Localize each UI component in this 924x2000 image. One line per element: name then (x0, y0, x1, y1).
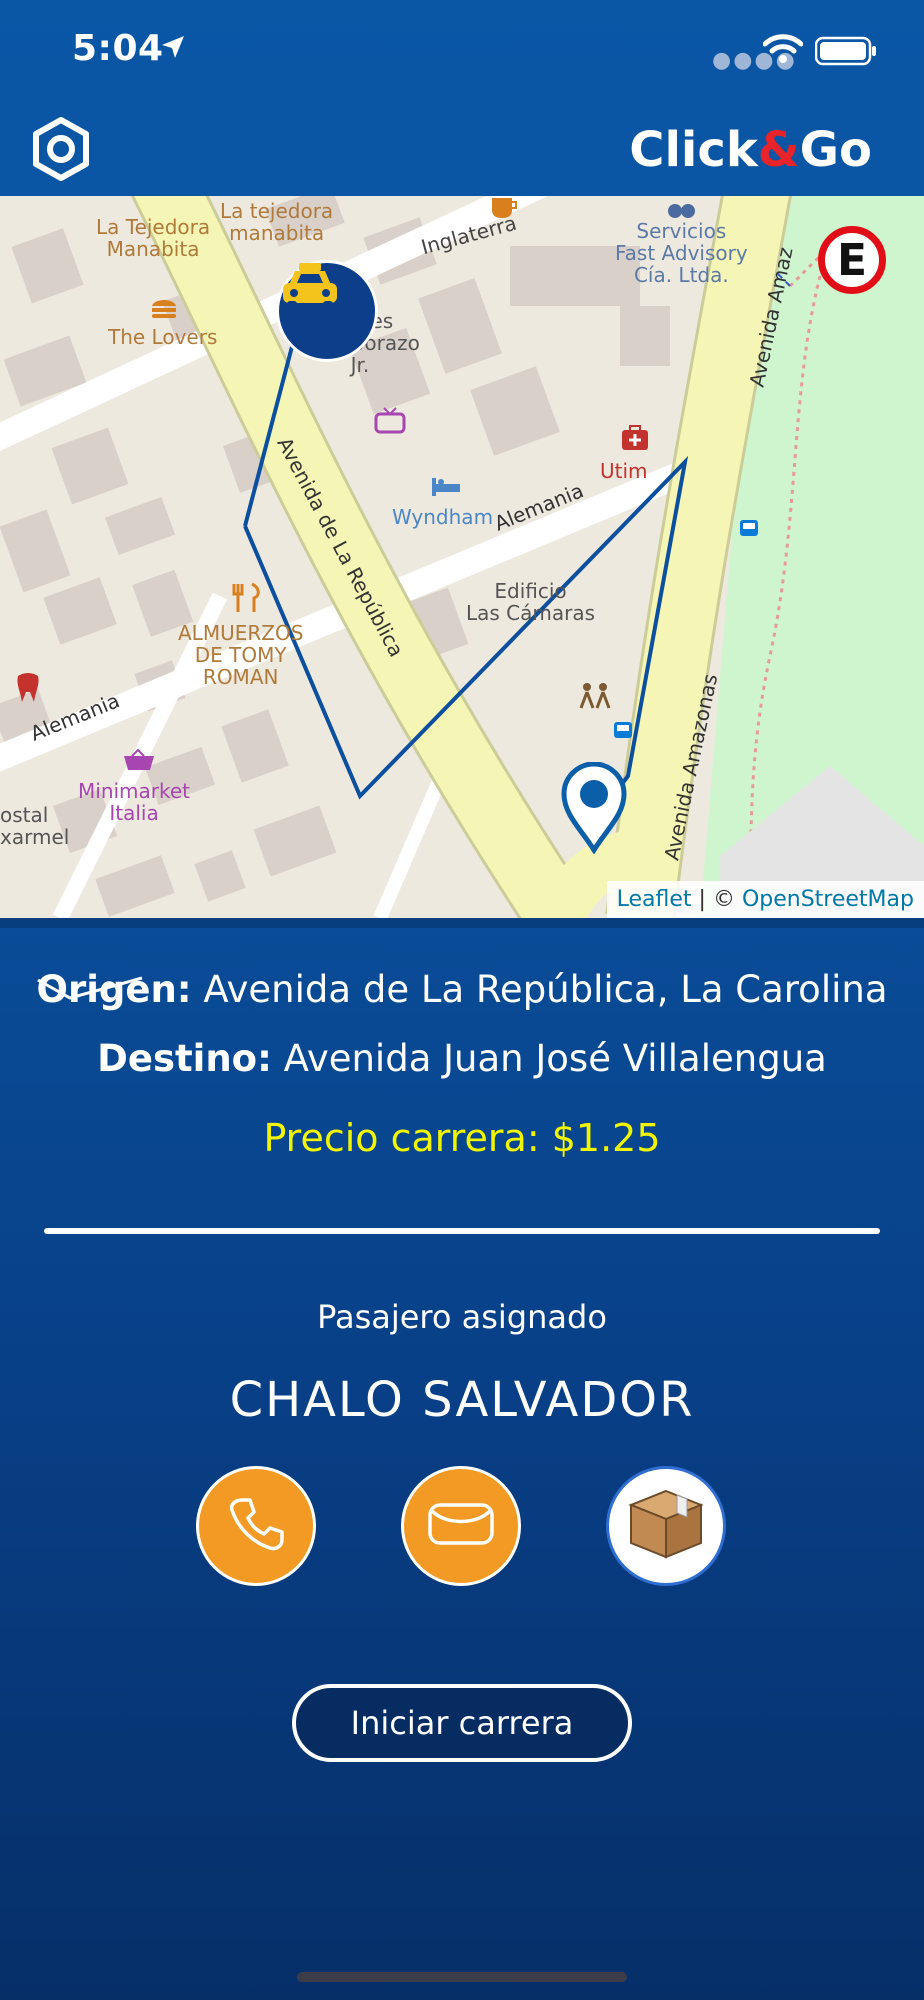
app-logo: Click&Go (629, 122, 872, 178)
battery-icon (814, 36, 877, 70)
map-label: La Tejedora Manabita (96, 215, 211, 261)
map-label: La tejedora manabita (220, 199, 334, 245)
location-arrow-icon (160, 34, 186, 64)
map-label: Minimarket Italia (78, 779, 191, 825)
package-button[interactable] (606, 1466, 726, 1586)
logo-suffix: Go (799, 122, 872, 178)
status-time: 5:04 (72, 28, 164, 69)
app-header: Click&Go (0, 100, 924, 196)
passenger-name: CHALO SALVADOR (229, 1372, 695, 1428)
map-label: ostal xarmel (0, 803, 70, 849)
box-icon (627, 1487, 705, 1565)
section-divider (44, 1228, 880, 1234)
trip-destination: Destino: Avenida Juan José Villalengua (0, 1037, 924, 1080)
attribution-separator: | © (691, 887, 742, 912)
price-label: Precio carrera: (263, 1116, 540, 1160)
leaflet-link[interactable]: Leaflet (617, 887, 692, 912)
logo-prefix: Click (629, 122, 758, 178)
openstreetmap-link[interactable]: OpenStreetMap (742, 887, 914, 912)
settings-hexagon-icon[interactable] (28, 116, 94, 182)
wifi-icon (762, 34, 804, 68)
map-label: Utim (600, 459, 648, 483)
map-label: Servicios Fast Advisory Cía. Ltda. (615, 219, 748, 287)
trip-origin: Origen: Avenida de La República, La Caro… (0, 968, 924, 1011)
status-bar: 5:04 ●●●● (0, 0, 924, 100)
map-label: ALMUERZOS DE TOMY ROMAN (178, 621, 304, 689)
envelope-icon (426, 1499, 496, 1553)
call-passenger-button[interactable] (196, 1466, 316, 1586)
logo-ampersand: & (757, 122, 800, 178)
route-map[interactable]: La Tejedora Manabita La tejedora manabit… (0, 196, 924, 918)
origin-label: Origen: (36, 968, 192, 1011)
map-label: The Lovers (108, 325, 218, 349)
phone-icon (226, 1494, 286, 1558)
origin-value: Avenida de La República, La Carolina (203, 968, 888, 1011)
destination-label: Destino: (97, 1037, 272, 1080)
message-passenger-button[interactable] (401, 1466, 521, 1586)
map-attribution: Leaflet | © OpenStreetMap (606, 881, 924, 918)
passenger-label: Pasajero asignado (317, 1298, 607, 1336)
trip-price: Precio carrera: $1.25 (0, 1116, 924, 1160)
destination-value: Avenida Juan José Villalengua (283, 1037, 827, 1080)
no-parking-sign: E (818, 226, 886, 294)
start-trip-button[interactable]: Iniciar carrera (292, 1684, 632, 1762)
map-label: Wyndham (392, 505, 494, 529)
home-indicator[interactable] (297, 1972, 627, 1982)
price-value: $1.25 (551, 1116, 661, 1160)
map-bottom-bar (0, 918, 924, 928)
taxi-marker-icon[interactable] (276, 260, 378, 362)
map-label: Edificio Las Cámaras (466, 579, 596, 625)
